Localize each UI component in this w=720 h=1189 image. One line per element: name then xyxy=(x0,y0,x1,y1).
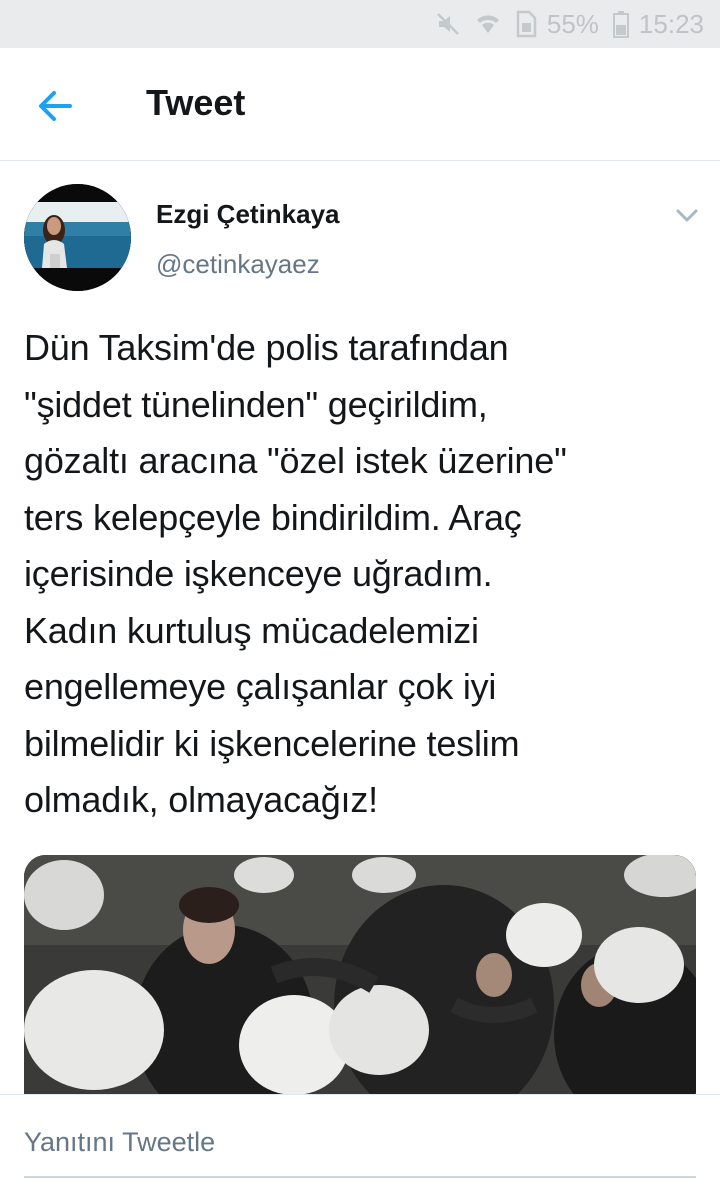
reply-bar: Yanıtını Tweetle xyxy=(0,1094,720,1189)
wifi-icon xyxy=(475,11,501,37)
chevron-down-icon xyxy=(676,209,698,222)
sim-icon xyxy=(515,10,537,38)
reply-input-underline xyxy=(24,1176,696,1178)
status-bar: 55% 15:23 xyxy=(0,0,720,48)
photo-image xyxy=(24,855,696,1095)
battery-icon xyxy=(612,10,629,38)
tweet-menu-button[interactable] xyxy=(672,200,702,230)
arrow-left-icon xyxy=(39,91,72,121)
clock: 15:23 xyxy=(638,8,704,39)
mute-icon xyxy=(435,11,461,37)
reply-input[interactable]: Yanıtını Tweetle xyxy=(24,1127,215,1158)
back-button[interactable] xyxy=(34,84,78,128)
top-app-bar: Tweet xyxy=(0,48,720,161)
page-title: Tweet xyxy=(146,82,246,123)
avatar[interactable] xyxy=(24,184,131,291)
tweet-media[interactable] xyxy=(24,855,696,1095)
battery-percent: 55% xyxy=(546,8,599,39)
tweet-text: Dün Taksim'de polis tarafından "şiddet t… xyxy=(24,327,567,820)
author-name[interactable]: Ezgi Çetinkaya xyxy=(156,199,340,230)
author-handle[interactable]: @cetinkayaez xyxy=(156,249,320,280)
